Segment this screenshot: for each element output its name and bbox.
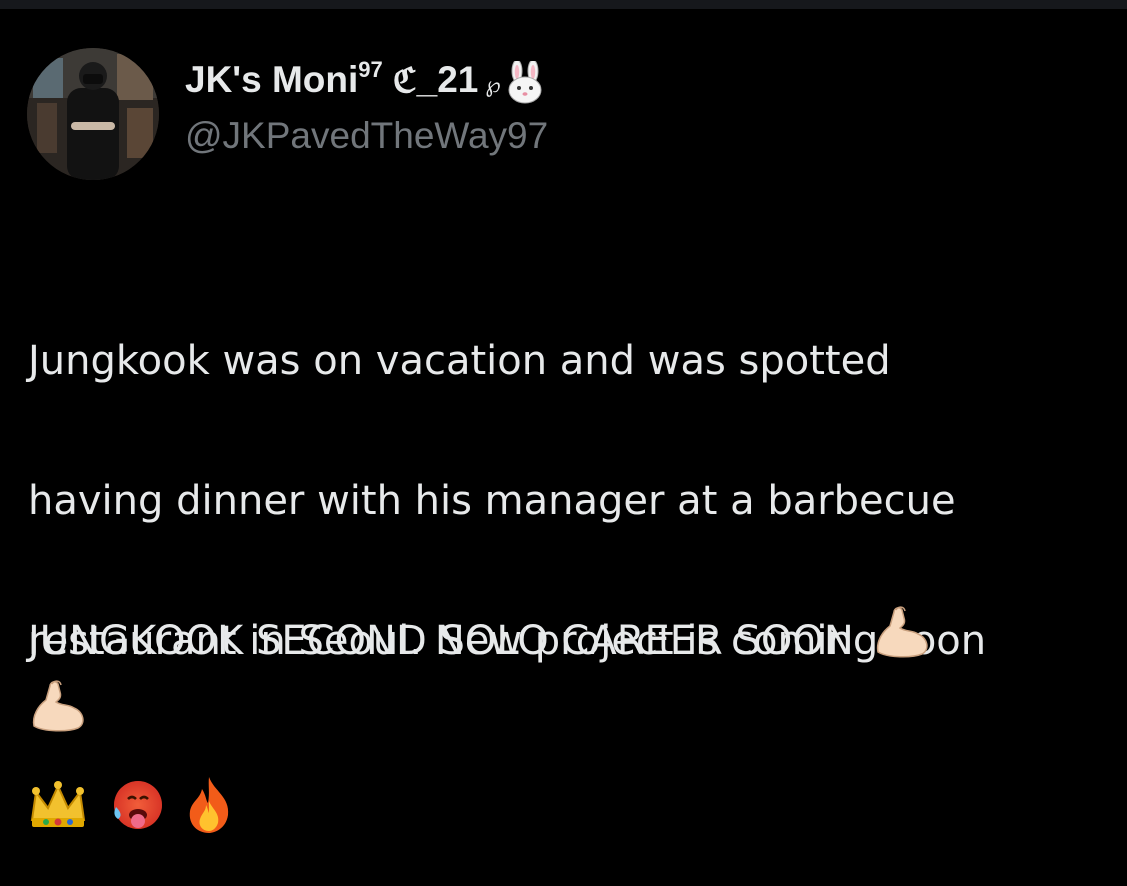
display-name-text: JK's Moni	[185, 58, 359, 100]
tweet-line: having dinner with his manager at a barb…	[28, 478, 956, 524]
tweet-header: JK's Moni 97 ℭ _21 ℘ @JKPavedTheWay97	[27, 48, 548, 180]
tweet-text: Jungkook was on vacation and was spotted…	[28, 256, 1123, 886]
user-handle[interactable]: @JKPavedTheWay97	[185, 115, 548, 158]
top-bar	[0, 0, 1127, 9]
emoji-row	[28, 746, 1123, 833]
emoji-row	[28, 680, 1123, 750]
display-name-sup: 97	[358, 56, 383, 82]
tweet-caps-paragraph: JUNGKOOK SECOND SOLO CAREER SOON	[28, 602, 1123, 750]
avatar[interactable]	[27, 48, 159, 180]
caps-line: JUNGKOOK SECOND SOLO CAREER SOON	[28, 602, 1123, 680]
display-name-rune: ℭ	[392, 60, 417, 101]
flexed-biceps-icon	[28, 676, 88, 754]
rabbit-face-icon	[505, 59, 545, 115]
display-name[interactable]: JK's Moni 97 ℭ _21 ℘	[185, 56, 548, 115]
caps-line-text: JUNGKOOK SECOND SOLO CAREER SOON	[28, 618, 854, 664]
tweet-line: Jungkook was on vacation and was spotted	[28, 338, 891, 384]
flexed-biceps-icon	[872, 602, 932, 680]
display-name-tail: ℘	[485, 71, 501, 97]
display-name-suffix: _21	[416, 58, 479, 100]
